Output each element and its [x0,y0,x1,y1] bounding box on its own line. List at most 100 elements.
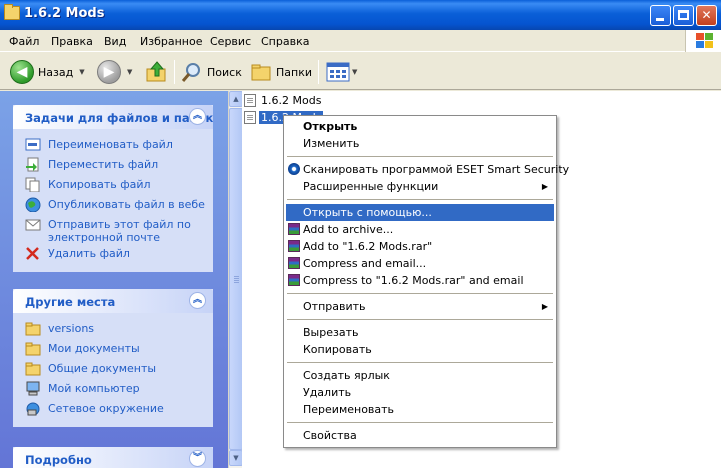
windows-flag-icon [696,33,714,49]
task-copy[interactable]: Копировать файл [25,175,213,195]
menu-properties[interactable]: Свойства [286,427,554,444]
menu-create-shortcut[interactable]: Создать ярлык [286,367,554,384]
toolbar-separator [318,60,319,84]
place-my-computer[interactable]: Мой компьютер [25,379,213,399]
minimize-icon [656,18,664,21]
maximize-button[interactable] [673,5,694,26]
scroll-up-icon[interactable]: ▲ [229,91,243,107]
menu-advanced[interactable]: Расширенные функции ▶ [286,178,554,195]
place-shared-documents[interactable]: Общие документы [25,359,213,379]
menu-edit-file[interactable]: Изменить [286,135,554,152]
menu-send-to[interactable]: Отправить ▶ [286,298,554,315]
menu-add-archive-label: Add to archive... [303,223,394,236]
places-panel-title: Другие места [25,295,116,309]
details-panel: Подробно ︾ [13,447,213,468]
menu-bar: Файл Правка Вид Избранное Сервис Справка [0,30,721,52]
scroll-thumb[interactable] [229,108,243,450]
menu-add-rar[interactable]: Add to "1.6.2 Mods.rar" [286,238,554,255]
menu-eset-scan-label: Сканировать программой ESET Smart Securi… [303,163,570,176]
search-icon [181,63,200,82]
collapse-icon[interactable]: ︽ [189,108,206,125]
submenu-arrow-icon: ▶ [541,302,548,311]
views-icon [326,62,350,82]
text-file-icon [244,110,256,124]
context-menu: Открыть Изменить Сканировать программой … [283,115,569,448]
menu-delete[interactable]: Удалить [286,384,554,401]
computer-icon [26,381,40,396]
vertical-scrollbar[interactable]: ▲ ▼ [228,91,243,468]
menu-open[interactable]: Открыть [286,118,554,135]
maximize-icon [678,10,689,20]
menu-compress-email-label: Compress and email... [303,257,427,270]
menu-help[interactable]: Справка [261,35,309,48]
search-button[interactable]: Поиск [181,57,242,87]
task-delete-label: Удалить файл [48,247,130,260]
network-icon [26,402,40,416]
place-my-documents[interactable]: Мои документы [25,339,213,359]
folders-button[interactable]: Папки [250,57,312,87]
task-delete[interactable]: Удалить файл [25,244,213,264]
menu-rename[interactable]: Переименовать [286,401,554,418]
views-button[interactable]: ▼ [326,57,357,87]
menu-favorites[interactable]: Избранное [140,35,202,48]
tasks-panel-header[interactable]: Задачи для файлов и папок ︽ [13,105,213,129]
task-move[interactable]: Переместить файл [25,155,213,175]
tasks-panel: Задачи для файлов и папок ︽ Переименоват… [13,105,213,272]
grip-icon [234,276,239,284]
menu-view[interactable]: Вид [104,35,126,48]
menu-edit[interactable]: Правка [51,35,93,48]
dropdown-icon[interactable]: ▼ [79,68,84,76]
menu-separator [287,362,553,363]
place-network-label: Сетевое окружение [48,402,164,415]
place-my-computer-label: Мой компьютер [48,382,140,395]
menu-add-archive[interactable]: Add to archive... [286,221,554,238]
folders-icon [251,64,271,81]
menu-add-rar-label: Add to "1.6.2 Mods.rar" [303,240,433,253]
submenu-arrow-icon: ▶ [541,182,548,191]
task-move-label: Переместить файл [48,158,159,171]
rename-icon [25,138,41,151]
scroll-down-icon[interactable]: ▼ [229,450,243,466]
folder-icon [25,342,41,356]
windows-logo [685,30,721,52]
toolbar: ◀ Назад ▼ ▶ ▼ Поиск Папки ▼ [0,53,721,90]
task-publish[interactable]: Опубликовать файл в вебе [25,195,213,215]
back-button[interactable]: ◀ Назад ▼ [10,57,85,87]
file-item[interactable]: 1.6.2 Mods [244,92,323,108]
toolbar-separator [174,60,175,84]
close-button[interactable]: ✕ [696,5,717,26]
window-title: 1.6.2 Mods [24,6,105,21]
task-copy-label: Копировать файл [48,178,151,191]
task-pane: Задачи для файлов и папок ︽ Переименоват… [0,91,228,468]
place-versions[interactable]: versions [25,319,213,339]
winrar-icon [288,240,300,252]
move-icon [26,157,39,172]
menu-compress-rar-email[interactable]: Compress to "1.6.2 Mods.rar" and email [286,272,554,289]
task-rename[interactable]: Переименовать файл [25,135,213,155]
minimize-button[interactable] [650,5,671,26]
task-email[interactable]: Отправить этот файл по электронной почте [25,215,213,244]
menu-open-with[interactable]: Открыть с помощью... [286,204,554,221]
up-folder-icon [146,61,166,82]
menu-compress-email[interactable]: Compress and email... [286,255,554,272]
place-network[interactable]: Сетевое окружение [25,399,213,419]
dropdown-icon[interactable]: ▼ [127,68,132,76]
file-name: 1.6.2 Mods [261,93,322,107]
menu-tools[interactable]: Сервис [210,35,251,48]
menu-cut[interactable]: Вырезать [286,324,554,341]
text-file-icon [244,93,256,107]
menu-file[interactable]: Файл [9,35,39,48]
menu-separator [287,199,553,200]
collapse-icon[interactable]: ︽ [189,292,206,309]
dropdown-icon[interactable]: ▼ [352,68,357,76]
places-panel-header[interactable]: Другие места ︽ [13,289,213,313]
up-folder-button[interactable] [145,57,169,87]
title-bar[interactable]: 1.6.2 Mods ✕ [0,0,721,30]
eset-icon [288,163,300,175]
expand-icon[interactable]: ︾ [189,450,206,467]
tasks-panel-title: Задачи для файлов и папок [25,111,214,125]
details-panel-header[interactable]: Подробно ︾ [13,447,213,468]
menu-eset-scan[interactable]: Сканировать программой ESET Smart Securi… [286,161,569,178]
forward-button[interactable]: ▶ ▼ [97,57,132,87]
menu-copy[interactable]: Копировать [286,341,554,358]
